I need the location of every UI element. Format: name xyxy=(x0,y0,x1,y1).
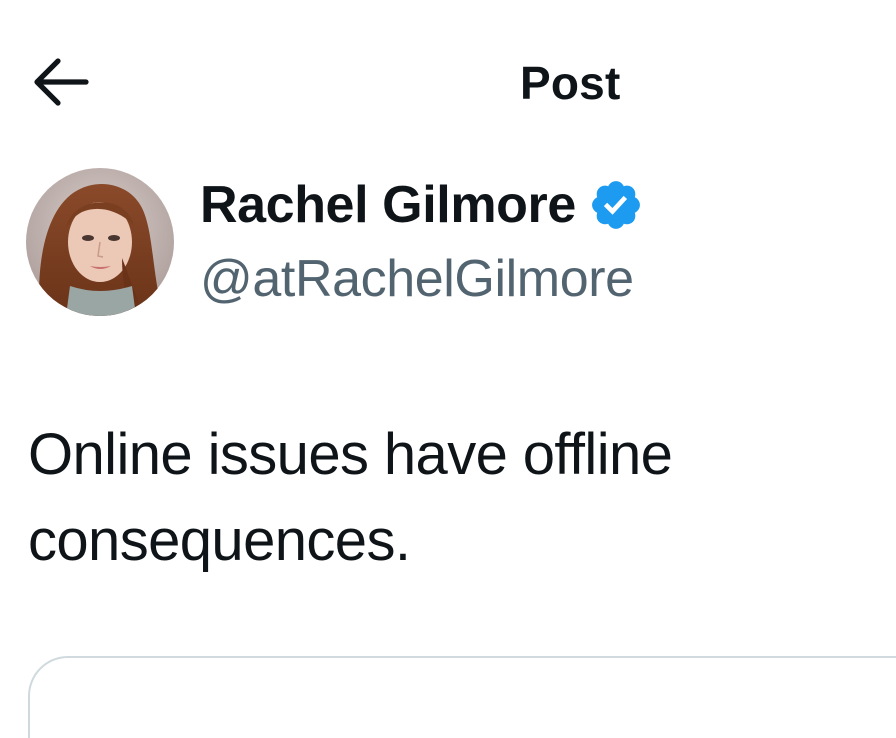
page-title: Post xyxy=(520,57,621,109)
verified-badge-icon xyxy=(591,181,640,229)
avatar-photo xyxy=(26,168,174,316)
arrow-left-icon xyxy=(34,58,89,106)
embedded-card[interactable] xyxy=(28,656,896,738)
top-bar: Post xyxy=(0,0,896,160)
display-name[interactable]: Rachel Gilmore xyxy=(200,173,576,237)
author-row: Rachel Gilmore @atRachelGilmore xyxy=(0,165,896,317)
author-name-line: Rachel Gilmore xyxy=(200,173,644,237)
post-text: Online issues have offline consequences. xyxy=(28,422,673,573)
avatar[interactable] xyxy=(26,168,174,316)
user-handle[interactable]: @atRachelGilmore xyxy=(200,247,634,311)
back-button[interactable] xyxy=(24,48,96,116)
